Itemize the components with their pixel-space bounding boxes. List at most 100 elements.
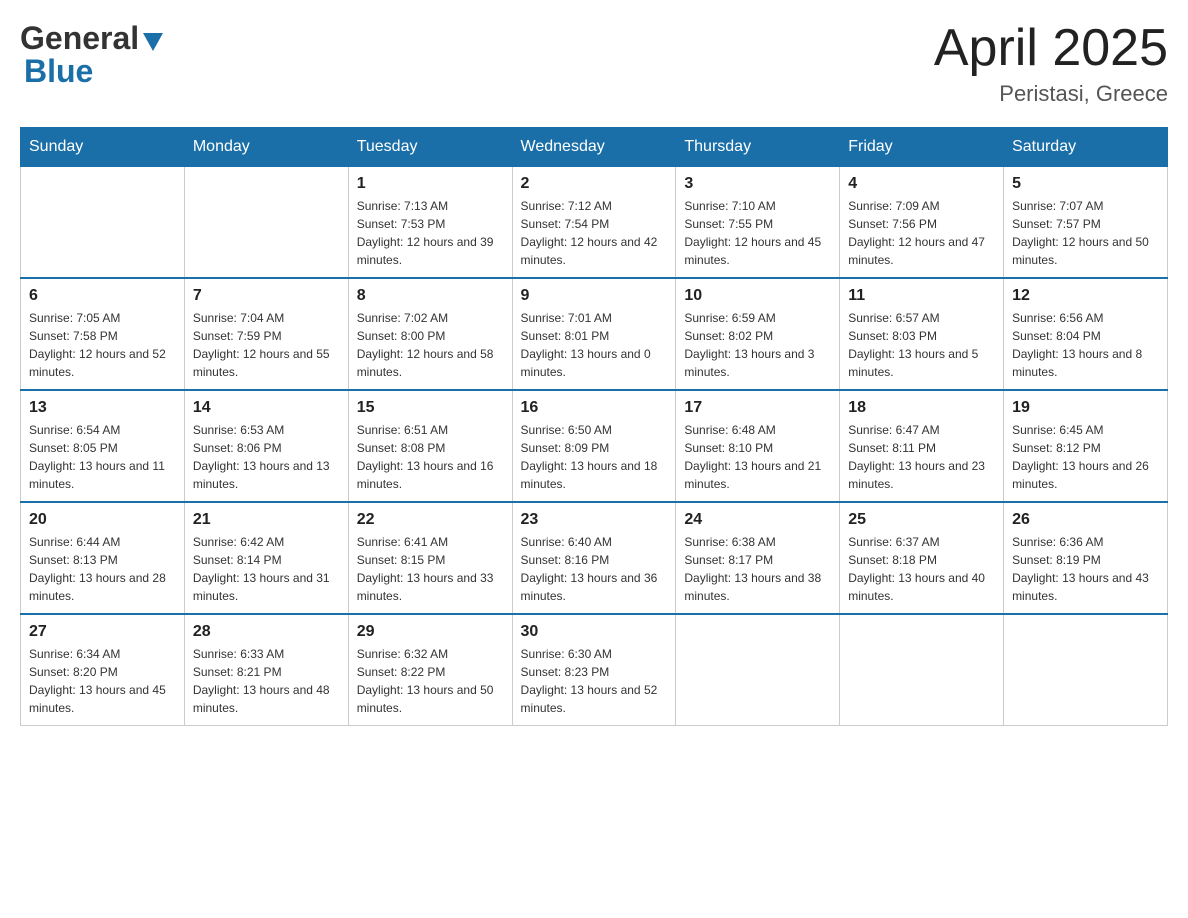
day-number: 29 [357, 623, 504, 641]
day-info: Sunrise: 6:30 AMSunset: 8:23 PMDaylight:… [521, 645, 668, 717]
day-number: 9 [521, 287, 668, 305]
day-info: Sunrise: 6:54 AMSunset: 8:05 PMDaylight:… [29, 421, 176, 493]
calendar-week-3: 13 Sunrise: 6:54 AMSunset: 8:05 PMDayligh… [21, 390, 1168, 502]
calendar-day-cell: 27Sunrise: 6:34 AMSunset: 8:20 PMDayligh… [21, 614, 185, 726]
day-info: Sunrise: 6:56 AMSunset: 8:04 PMDaylight:… [1012, 309, 1159, 381]
calendar-day-cell: 22 Sunrise: 6:41 AMSunset: 8:15 PMDayligh… [348, 502, 512, 614]
calendar-table: SundayMondayTuesdayWednesdayThursdayFrid… [20, 127, 1168, 726]
day-number: 25 [848, 511, 995, 529]
calendar-week-4: 20 Sunrise: 6:44 AMSunset: 8:13 PMDayligh… [21, 502, 1168, 614]
calendar-header-row: SundayMondayTuesdayWednesdayThursdayFrid… [21, 128, 1168, 167]
calendar-day-cell: 14 Sunrise: 6:53 AMSunset: 8:06 PMDayligh… [184, 390, 348, 502]
day-info: Sunrise: 6:44 AMSunset: 8:13 PMDaylight:… [29, 533, 176, 605]
day-info: Sunrise: 7:05 AMSunset: 7:58 PMDaylight:… [29, 309, 176, 381]
calendar-day-cell: 1 Sunrise: 7:13 AMSunset: 7:53 PMDaylight… [348, 167, 512, 279]
calendar-day-cell: 4 Sunrise: 7:09 AMSunset: 7:56 PMDaylight… [840, 167, 1004, 279]
day-info: Sunrise: 6:51 AMSunset: 8:08 PMDaylight:… [357, 421, 504, 493]
calendar-day-cell [1004, 614, 1168, 726]
day-number: 14 [193, 399, 340, 417]
logo-blue-text: Blue [24, 53, 93, 90]
day-number: 2 [521, 175, 668, 193]
calendar-day-cell: 26Sunrise: 6:36 AMSunset: 8:19 PMDayligh… [1004, 502, 1168, 614]
day-info: Sunrise: 7:04 AMSunset: 7:59 PMDaylight:… [193, 309, 340, 381]
day-info: Sunrise: 7:09 AMSunset: 7:56 PMDaylight:… [848, 197, 995, 269]
calendar-day-cell: 5 Sunrise: 7:07 AMSunset: 7:57 PMDaylight… [1004, 167, 1168, 279]
calendar-day-cell: 18Sunrise: 6:47 AMSunset: 8:11 PMDayligh… [840, 390, 1004, 502]
calendar-week-5: 27Sunrise: 6:34 AMSunset: 8:20 PMDayligh… [21, 614, 1168, 726]
calendar-day-cell: 29 Sunrise: 6:32 AMSunset: 8:22 PMDayligh… [348, 614, 512, 726]
calendar-day-cell: 3 Sunrise: 7:10 AMSunset: 7:55 PMDaylight… [676, 167, 840, 279]
day-info: Sunrise: 6:53 AMSunset: 8:06 PMDaylight:… [193, 421, 340, 493]
day-info: Sunrise: 6:41 AMSunset: 8:15 PMDaylight:… [357, 533, 504, 605]
calendar-day-cell: 21 Sunrise: 6:42 AMSunset: 8:14 PMDayligh… [184, 502, 348, 614]
calendar-day-cell: 10Sunrise: 6:59 AMSunset: 8:02 PMDayligh… [676, 278, 840, 390]
day-number: 7 [193, 287, 340, 305]
calendar-day-cell: 20 Sunrise: 6:44 AMSunset: 8:13 PMDayligh… [21, 502, 185, 614]
day-number: 11 [848, 287, 995, 305]
day-info: Sunrise: 6:33 AMSunset: 8:21 PMDaylight:… [193, 645, 340, 717]
day-info: Sunrise: 6:42 AMSunset: 8:14 PMDaylight:… [193, 533, 340, 605]
day-number: 6 [29, 287, 176, 305]
calendar-day-cell: 24 Sunrise: 6:38 AMSunset: 8:17 PMDayligh… [676, 502, 840, 614]
calendar-day-cell: 12 Sunrise: 6:56 AMSunset: 8:04 PMDayligh… [1004, 278, 1168, 390]
day-number: 12 [1012, 287, 1159, 305]
day-number: 20 [29, 511, 176, 529]
day-info: Sunrise: 7:10 AMSunset: 7:55 PMDaylight:… [684, 197, 831, 269]
day-number: 4 [848, 175, 995, 193]
calendar-day-cell: 15 Sunrise: 6:51 AMSunset: 8:08 PMDayligh… [348, 390, 512, 502]
location-subtitle: Peristasi, Greece [934, 81, 1168, 107]
calendar-day-cell: 16Sunrise: 6:50 AMSunset: 8:09 PMDayligh… [512, 390, 676, 502]
day-number: 30 [521, 623, 668, 641]
header-friday: Friday [840, 128, 1004, 167]
day-number: 28 [193, 623, 340, 641]
day-number: 10 [684, 287, 831, 305]
day-number: 13 [29, 399, 176, 417]
day-number: 8 [357, 287, 504, 305]
calendar-day-cell [840, 614, 1004, 726]
page-header: General Blue April 2025 Peristasi, Greec… [20, 20, 1168, 107]
day-number: 3 [684, 175, 831, 193]
day-info: Sunrise: 6:32 AMSunset: 8:22 PMDaylight:… [357, 645, 504, 717]
day-info: Sunrise: 6:37 AMSunset: 8:18 PMDaylight:… [848, 533, 995, 605]
logo-general-text: General [20, 20, 139, 57]
day-number: 5 [1012, 175, 1159, 193]
header-monday: Monday [184, 128, 348, 167]
header-sunday: Sunday [21, 128, 185, 167]
calendar-day-cell: 9Sunrise: 7:01 AMSunset: 8:01 PMDaylight… [512, 278, 676, 390]
day-number: 22 [357, 511, 504, 529]
day-info: Sunrise: 6:50 AMSunset: 8:09 PMDaylight:… [521, 421, 668, 493]
calendar-week-1: 1 Sunrise: 7:13 AMSunset: 7:53 PMDaylight… [21, 167, 1168, 279]
day-info: Sunrise: 6:38 AMSunset: 8:17 PMDaylight:… [684, 533, 831, 605]
day-number: 23 [521, 511, 668, 529]
day-info: Sunrise: 7:13 AMSunset: 7:53 PMDaylight:… [357, 197, 504, 269]
logo: General Blue [20, 20, 163, 90]
day-info: Sunrise: 6:48 AMSunset: 8:10 PMDaylight:… [684, 421, 831, 493]
header-saturday: Saturday [1004, 128, 1168, 167]
day-info: Sunrise: 7:12 AMSunset: 7:54 PMDaylight:… [521, 197, 668, 269]
calendar-day-cell: 25 Sunrise: 6:37 AMSunset: 8:18 PMDayligh… [840, 502, 1004, 614]
day-info: Sunrise: 7:07 AMSunset: 7:57 PMDaylight:… [1012, 197, 1159, 269]
day-number: 15 [357, 399, 504, 417]
day-info: Sunrise: 6:45 AMSunset: 8:12 PMDaylight:… [1012, 421, 1159, 493]
header-tuesday: Tuesday [348, 128, 512, 167]
calendar-day-cell: 30 Sunrise: 6:30 AMSunset: 8:23 PMDayligh… [512, 614, 676, 726]
day-number: 1 [357, 175, 504, 193]
calendar-day-cell [676, 614, 840, 726]
header-thursday: Thursday [676, 128, 840, 167]
day-number: 24 [684, 511, 831, 529]
calendar-day-cell: 23 Sunrise: 6:40 AMSunset: 8:16 PMDayligh… [512, 502, 676, 614]
calendar-day-cell [21, 167, 185, 279]
calendar-day-cell: 6 Sunrise: 7:05 AMSunset: 7:58 PMDaylight… [21, 278, 185, 390]
title-block: April 2025 Peristasi, Greece [934, 20, 1168, 107]
day-number: 18 [848, 399, 995, 417]
calendar-day-cell [184, 167, 348, 279]
calendar-day-cell: 17Sunrise: 6:48 AMSunset: 8:10 PMDayligh… [676, 390, 840, 502]
calendar-week-2: 6 Sunrise: 7:05 AMSunset: 7:58 PMDaylight… [21, 278, 1168, 390]
day-info: Sunrise: 6:40 AMSunset: 8:16 PMDaylight:… [521, 533, 668, 605]
calendar-day-cell: 19Sunrise: 6:45 AMSunset: 8:12 PMDayligh… [1004, 390, 1168, 502]
day-info: Sunrise: 6:36 AMSunset: 8:19 PMDaylight:… [1012, 533, 1159, 605]
header-wednesday: Wednesday [512, 128, 676, 167]
month-title: April 2025 [934, 20, 1168, 77]
calendar-day-cell: 11Sunrise: 6:57 AMSunset: 8:03 PMDayligh… [840, 278, 1004, 390]
day-number: 21 [193, 511, 340, 529]
